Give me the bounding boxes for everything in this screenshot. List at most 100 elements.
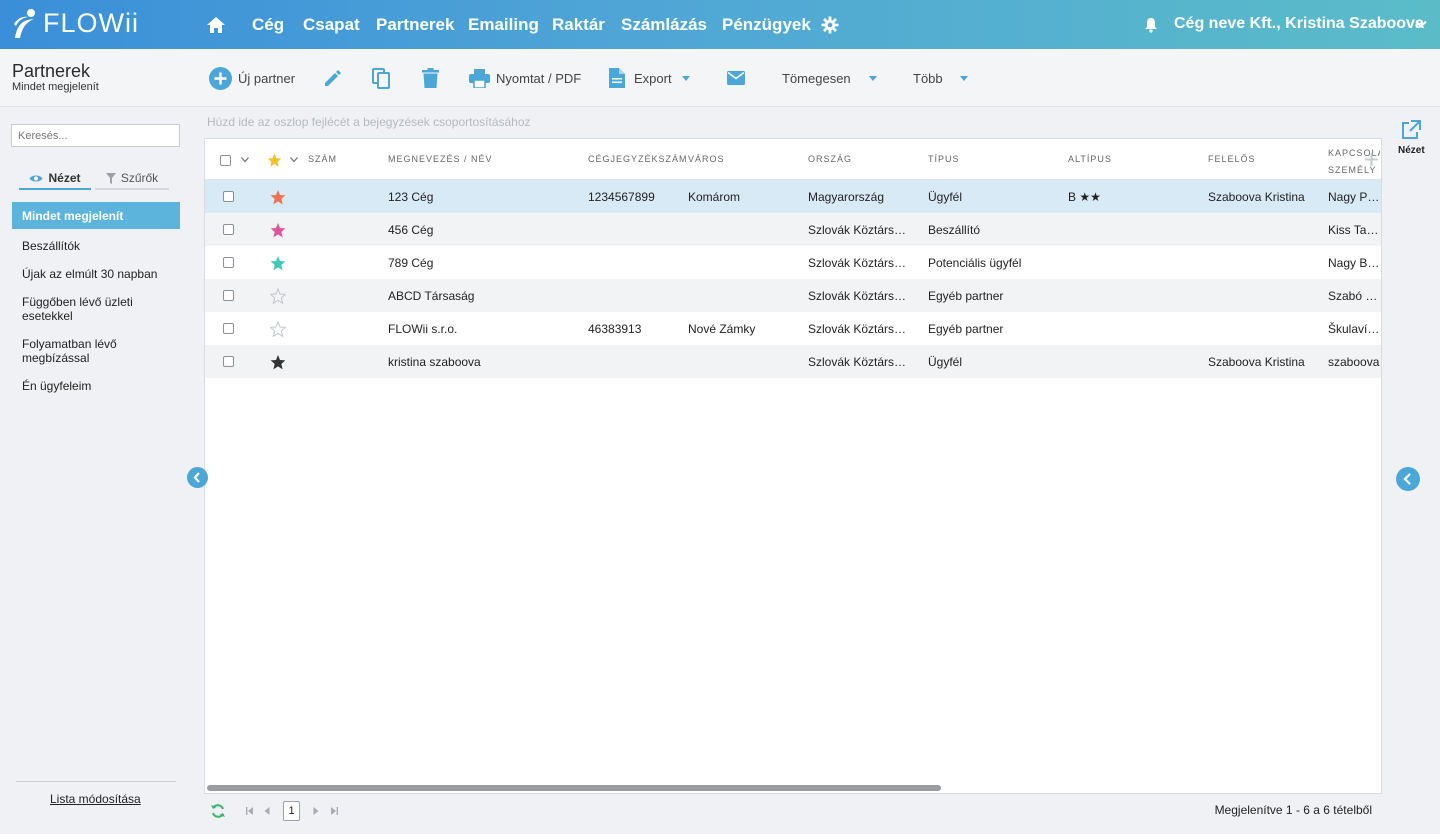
app-logo[interactable]: FLOWii [12, 7, 139, 39]
nav-item-emailing[interactable]: Emailing [468, 15, 539, 35]
filter-icon [105, 172, 116, 184]
previous-page-icon[interactable] [264, 807, 270, 815]
cell-type: Egyéb partner [928, 289, 1004, 303]
eye-icon [29, 175, 43, 181]
tab-filters[interactable]: Szűrők [95, 168, 169, 190]
sidebar-item-all[interactable]: Mindet megjelenít [12, 202, 180, 229]
collapse-sidebar-button[interactable] [187, 467, 208, 488]
chevron-down-icon[interactable] [1414, 17, 1428, 31]
more-dropdown[interactable]: Több [913, 49, 968, 107]
export-dropdown[interactable]: Export [609, 49, 690, 107]
table-row[interactable]: kristina szaboova Szlovák Köztársaság Ügyf… [205, 345, 1381, 378]
select-all-checkbox[interactable] [220, 155, 231, 166]
export-caret-icon [681, 75, 690, 81]
cell-type: Beszállító [928, 223, 981, 237]
cell-contact: szaboova [1328, 355, 1380, 369]
next-page-icon[interactable] [313, 807, 319, 815]
column-header-type[interactable]: TÍPUS [928, 154, 960, 164]
new-partner-button[interactable]: Új partner [209, 49, 295, 107]
chevron-down-icon[interactable] [241, 157, 249, 163]
row-checkbox[interactable] [223, 257, 234, 268]
row-checkbox[interactable] [223, 323, 234, 334]
star-outline-icon[interactable] [270, 288, 286, 304]
edit-button[interactable] [323, 49, 342, 107]
expand-right-panel-button[interactable] [1396, 467, 1420, 491]
bulk-actions-dropdown[interactable]: Tömegesen [782, 49, 877, 107]
nav-item-ceg[interactable]: Cég [252, 15, 284, 35]
external-link-icon [1402, 120, 1421, 139]
cell-subtype: B ★★ [1068, 190, 1101, 204]
row-checkbox[interactable] [223, 356, 234, 367]
column-header-name[interactable]: MEGNEVEZÉS / NÉV [388, 154, 493, 164]
star-filled-icon[interactable] [270, 354, 286, 370]
column-header-owner[interactable]: FELELŐS [1208, 154, 1256, 164]
print-pdf-button[interactable]: Nyomtat / PDF [469, 49, 581, 107]
horizontal-scrollbar[interactable] [207, 785, 941, 791]
table-row[interactable]: 456 Cég Szlovák Köztársaság Beszállító Kiss… [205, 213, 1381, 246]
cell-country: Szlovák Köztársaság [808, 289, 912, 303]
top-navbar: FLOWii Cég Csapat Partnerek Emailing Rak… [0, 0, 1440, 49]
user-account-menu[interactable]: Cég neve Kft., Kristina Szaboova [1174, 15, 1424, 33]
chevron-down-icon[interactable] [290, 157, 298, 163]
sidebar-item-suppliers[interactable]: Beszállítók [22, 239, 172, 253]
email-button[interactable] [727, 49, 745, 107]
cell-registration: 1234567899 [588, 190, 655, 204]
table-row[interactable]: ABCD Társaság Szlovák Köztársaság Egyéb pa… [205, 279, 1381, 312]
delete-button[interactable] [422, 49, 439, 107]
printer-icon [469, 68, 490, 88]
column-header-city[interactable]: VÁROS [688, 154, 725, 164]
table-row[interactable]: 789 Cég Szlovák Köztársaság Potenciális üg… [205, 246, 1381, 279]
first-page-icon[interactable] [246, 807, 254, 815]
bulk-caret-icon [868, 75, 877, 81]
nav-item-partnerek[interactable]: Partnerek [376, 15, 454, 35]
pagination-info: Megjelenítve 1 - 6 a 6 tételből [1214, 803, 1372, 817]
page-title: Partnerek [12, 61, 91, 81]
row-checkbox[interactable] [223, 290, 234, 301]
table-header: SZÁM MEGNEVEZÉS / NÉV CÉGJEGYZÉKSZÁM VÁR… [205, 139, 1381, 180]
cell-name: FLOWii s.r.o. [388, 322, 458, 336]
last-page-icon[interactable] [330, 807, 338, 815]
view-panel-button[interactable]: Nézet [1398, 120, 1425, 156]
nav-item-szamlazas[interactable]: Számlázás [621, 15, 707, 35]
star-filled-icon[interactable] [270, 189, 286, 205]
bell-icon[interactable] [1144, 17, 1158, 33]
home-icon[interactable] [206, 15, 226, 35]
pencil-icon [325, 69, 341, 86]
table-row[interactable]: 123 Cég 1234567899 Komárom Magyarország Ügyf… [205, 180, 1381, 213]
tab-view[interactable]: Nézet [19, 168, 91, 190]
row-checkbox[interactable] [223, 191, 234, 202]
column-header-number[interactable]: SZÁM [308, 154, 337, 164]
column-header-country[interactable]: ORSZÁG [808, 154, 852, 164]
current-page[interactable]: 1 [283, 801, 300, 821]
more-label: Több [913, 70, 943, 86]
edit-list-link[interactable]: Lista módosítása [50, 792, 141, 806]
page-toolbar: Partnerek Mindet megjelenít Új partner N… [0, 49, 1440, 107]
refresh-icon[interactable] [210, 803, 226, 819]
copy-icon [372, 67, 390, 89]
nav-item-raktar[interactable]: Raktár [552, 15, 605, 35]
sidebar-item-active-orders[interactable]: Folyamatban lévő megbízással [22, 337, 172, 365]
star-outline-icon[interactable] [270, 321, 286, 337]
nav-item-csapat[interactable]: Csapat [303, 15, 360, 35]
star-filled-icon[interactable] [270, 255, 286, 271]
star-filled-icon[interactable] [270, 222, 286, 238]
group-by-hint[interactable]: Húzd ide az oszlop fejlécét a bejegyzése… [207, 115, 531, 129]
add-column-icon[interactable] [1365, 153, 1378, 166]
nav-item-penzugyek[interactable]: Pénzügyek [722, 15, 811, 35]
star-header-icon[interactable] [267, 153, 282, 167]
gear-icon[interactable] [821, 16, 839, 34]
cell-contact: Nagy Péter [1328, 190, 1381, 204]
sidebar-item-my-clients[interactable]: Én ügyfeleim [22, 379, 172, 393]
column-header-registration[interactable]: CÉGJEGYZÉKSZÁM [588, 154, 688, 164]
search-input[interactable] [11, 124, 180, 147]
sidebar-item-pending-deals[interactable]: Függőben lévő üzleti esetekkel [22, 295, 172, 323]
column-header-subtype[interactable]: ALTÍPUS [1068, 154, 1112, 164]
row-checkbox[interactable] [223, 224, 234, 235]
bulk-actions-label: Tömegesen [782, 70, 851, 86]
sidebar: Nézet Szűrők Mindet megjelenít Beszállít… [0, 107, 192, 834]
cell-registration: 46383913 [588, 322, 642, 336]
cell-contact: Nagy Balázs [1328, 256, 1381, 270]
copy-button[interactable] [372, 49, 391, 107]
sidebar-item-new-30-days[interactable]: Újak az elmúlt 30 napban [22, 267, 172, 281]
table-row[interactable]: FLOWii s.r.o. 46383913 Nové Zámky Szlovák K… [205, 312, 1381, 345]
